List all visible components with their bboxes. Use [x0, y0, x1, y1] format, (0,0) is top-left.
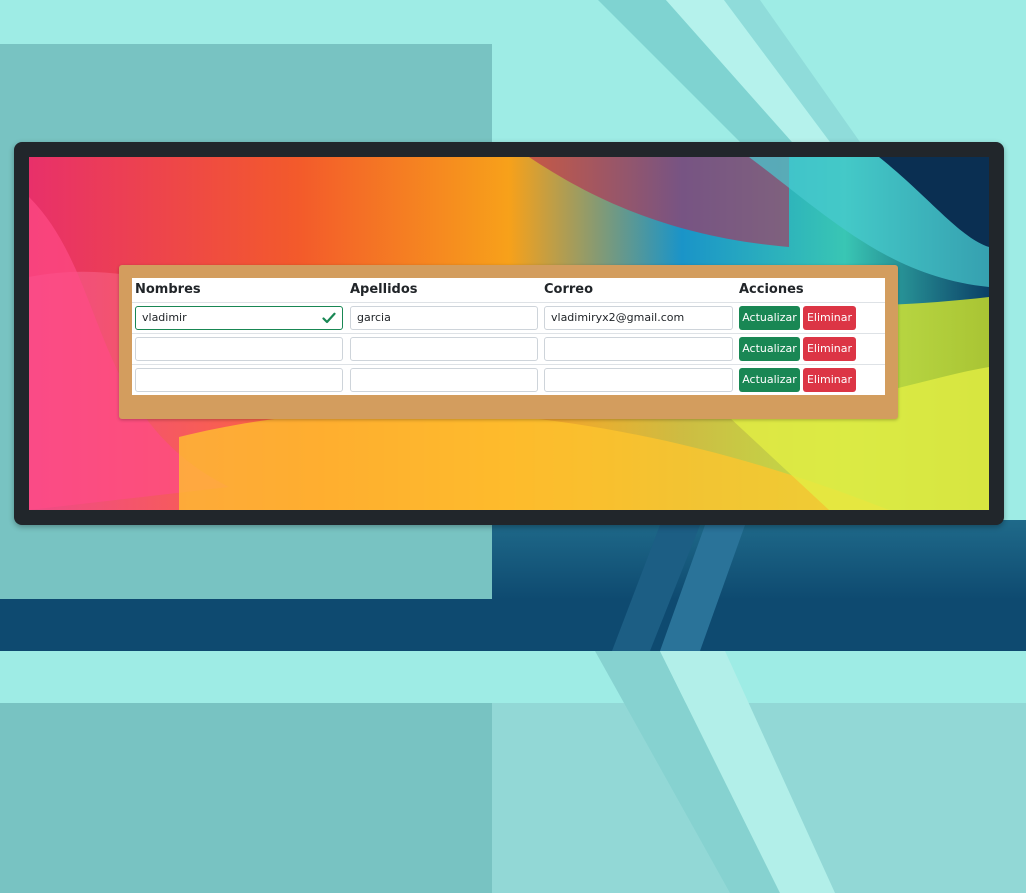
nombres-input[interactable] [135, 368, 343, 392]
correo-input[interactable]: vladimiryx2@gmail.com [544, 306, 733, 330]
check-icon [322, 312, 336, 324]
nombres-input-value: vladimir [142, 311, 187, 324]
column-header-correo: Correo [544, 282, 594, 297]
nombres-input[interactable]: vladimir [135, 306, 343, 330]
eliminar-button[interactable]: Eliminar [803, 306, 856, 330]
actualizar-button[interactable]: Actualizar [739, 337, 800, 361]
apellidos-input-value: garcia [357, 311, 391, 324]
table-row: vladimir garcia vladimiryx2@gmail.com Ac… [132, 303, 885, 334]
column-header-nombres: Nombres [135, 282, 201, 297]
apellidos-input[interactable] [350, 368, 538, 392]
users-card: Nombres Apellidos Correo Acciones vladim… [119, 265, 898, 419]
correo-input[interactable] [544, 368, 733, 392]
table-row: Actualizar Eliminar [132, 365, 885, 395]
column-header-acciones: Acciones [739, 282, 804, 297]
nombres-input[interactable] [135, 337, 343, 361]
users-table: Nombres Apellidos Correo Acciones vladim… [132, 278, 885, 395]
correo-input-value: vladimiryx2@gmail.com [551, 311, 685, 324]
column-header-apellidos: Apellidos [350, 282, 418, 297]
correo-input[interactable] [544, 337, 733, 361]
table-row: Actualizar Eliminar [132, 334, 885, 365]
actualizar-button[interactable]: Actualizar [739, 306, 800, 330]
apellidos-input[interactable] [350, 337, 538, 361]
apellidos-input[interactable]: garcia [350, 306, 538, 330]
eliminar-button[interactable]: Eliminar [803, 337, 856, 361]
eliminar-button[interactable]: Eliminar [803, 368, 856, 392]
actualizar-button[interactable]: Actualizar [739, 368, 800, 392]
table-header-row: Nombres Apellidos Correo Acciones [132, 278, 885, 303]
